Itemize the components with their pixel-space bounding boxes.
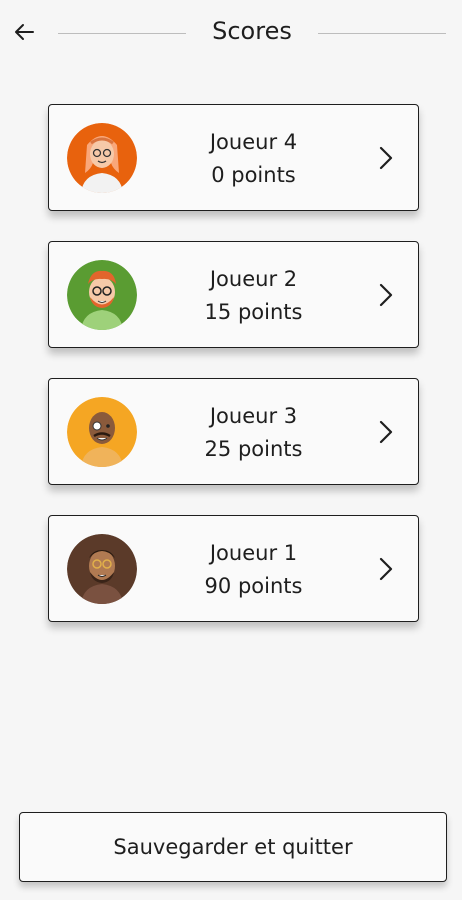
save-and-quit-button[interactable]: Sauvegarder et quitter (19, 812, 447, 882)
player-score: 25 points (204, 437, 303, 461)
arrow-left-icon (15, 24, 34, 40)
page-title: Scores (212, 17, 292, 45)
player-info: Joueur 4 0 points (149, 126, 358, 192)
avatar (67, 534, 137, 604)
player-score: 90 points (204, 574, 303, 598)
player-info: Joueur 2 15 points (149, 263, 358, 329)
player-card[interactable]: Joueur 3 25 points (48, 378, 419, 485)
player-avatar-icon (67, 260, 137, 330)
chevron-right-icon (379, 557, 393, 581)
player-card[interactable]: Joueur 1 90 points (48, 515, 419, 622)
header-divider-left (58, 33, 186, 34)
player-name: Joueur 1 (209, 541, 298, 565)
player-list: Joueur 4 0 points Joueur 2 15 points Jou… (48, 104, 419, 652)
back-button[interactable] (10, 18, 38, 46)
player-avatar-icon (67, 534, 137, 604)
chevron-right-icon (379, 420, 393, 444)
header: Scores (0, 0, 462, 68)
player-name: Joueur 2 (209, 267, 298, 291)
player-avatar-icon (67, 397, 137, 467)
player-card[interactable]: Joueur 4 0 points (48, 104, 419, 211)
avatar (67, 260, 137, 330)
header-divider-right (318, 33, 446, 34)
player-score: 15 points (204, 300, 303, 324)
avatar (67, 123, 137, 193)
player-avatar-icon (67, 123, 137, 193)
player-card[interactable]: Joueur 2 15 points (48, 241, 419, 348)
player-info: Joueur 1 90 points (149, 537, 358, 603)
player-name: Joueur 4 (209, 130, 298, 154)
avatar (67, 397, 137, 467)
chevron-right-icon (379, 146, 393, 170)
player-info: Joueur 3 25 points (149, 400, 358, 466)
player-score: 0 points (211, 163, 296, 187)
player-name: Joueur 3 (209, 404, 298, 428)
chevron-right-icon (379, 283, 393, 307)
